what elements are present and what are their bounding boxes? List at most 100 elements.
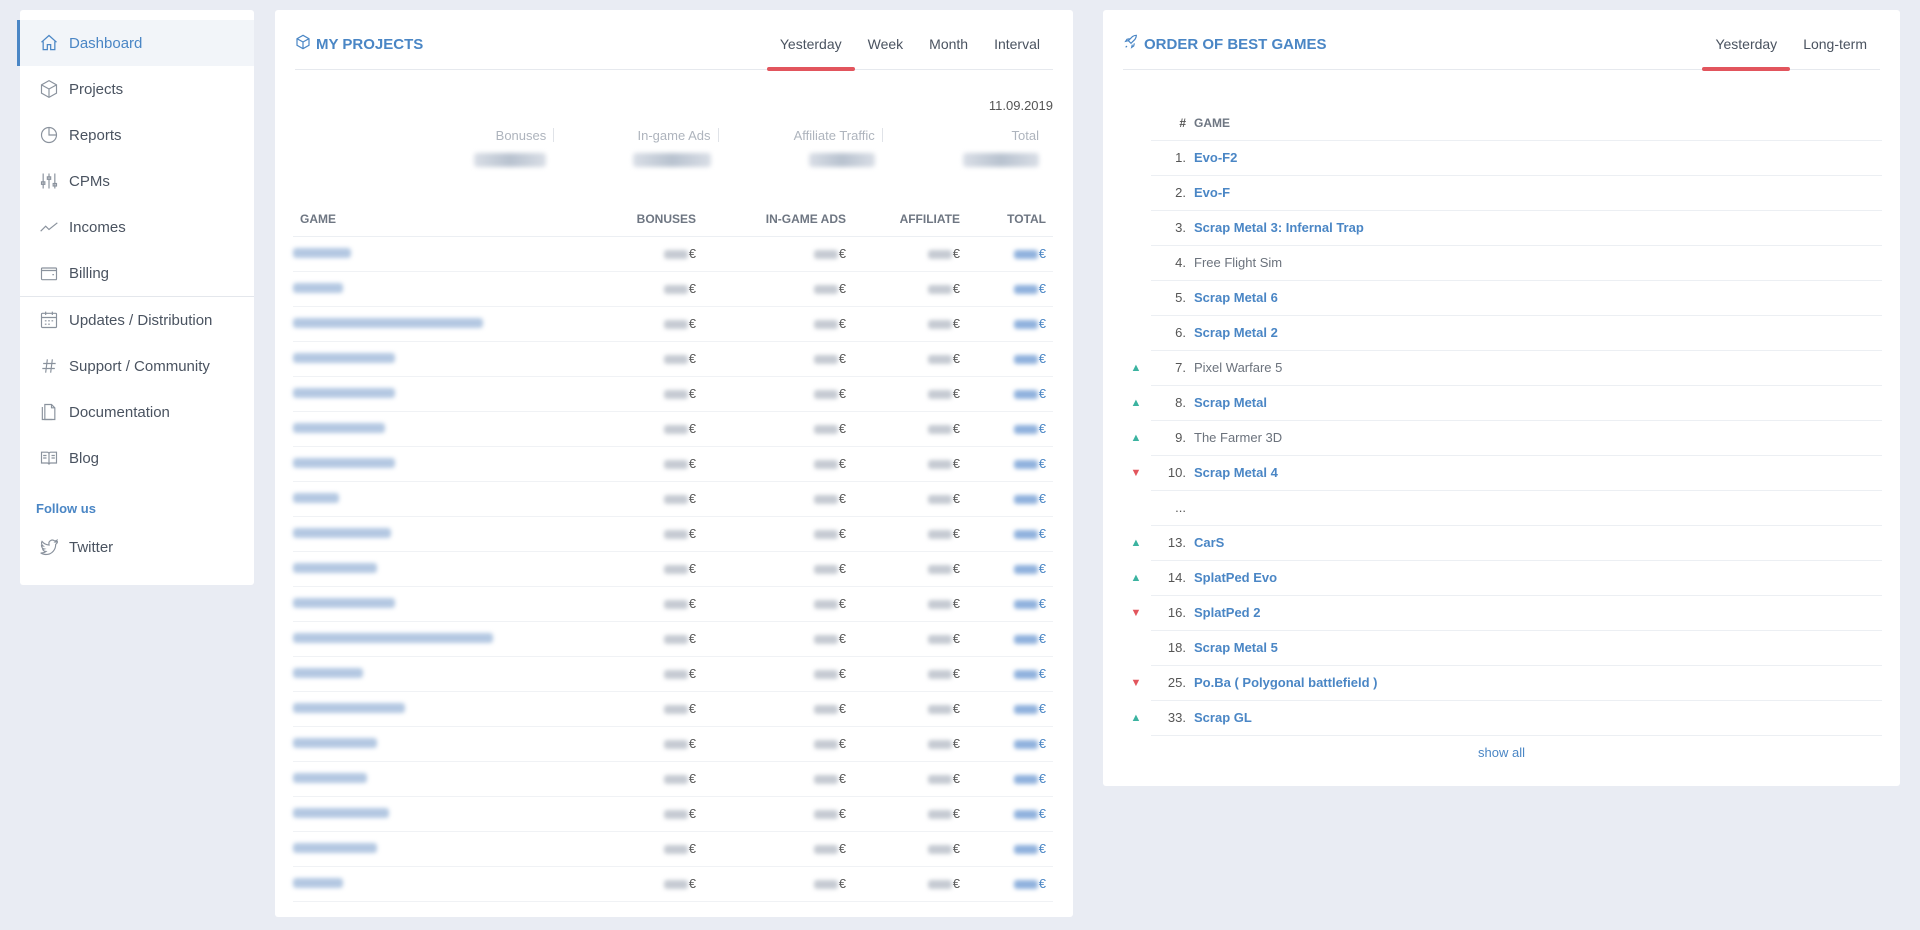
show-all-link[interactable]: show all	[1103, 745, 1900, 760]
list-item[interactable]: ▲ 8. Scrap Metal	[1121, 385, 1882, 421]
sidebar-item-twitter[interactable]: Twitter	[20, 524, 254, 570]
tab-interval[interactable]: Interval	[981, 10, 1053, 70]
table-row[interactable]: € € € €	[293, 831, 1053, 867]
game-name[interactable]: Scrap Metal 2	[1194, 325, 1278, 340]
table-row[interactable]: € € € €	[293, 656, 1053, 692]
list-item[interactable]: ▲ 33. Scrap GL	[1121, 700, 1882, 736]
game-name[interactable]: Scrap Metal 6	[1194, 290, 1278, 305]
sidebar-item-label: Twitter	[69, 538, 114, 556]
sidebar-item-updates-distribution[interactable]: Updates / Distribution	[20, 297, 254, 343]
game-name-cell[interactable]	[293, 796, 583, 832]
table-row[interactable]: € € € €	[293, 761, 1053, 797]
list-item[interactable]: 6. Scrap Metal 2	[1121, 315, 1882, 351]
trend-cell: ▼	[1121, 595, 1151, 630]
table-row[interactable]: € € € €	[293, 481, 1053, 517]
table-row[interactable]: € € € €	[293, 341, 1053, 377]
game-name-cell[interactable]	[293, 831, 583, 867]
table-row[interactable]: € € € €	[293, 376, 1053, 412]
game-name[interactable]: Scrap Metal 3: Infernal Trap	[1194, 220, 1364, 235]
game-name-cell[interactable]	[293, 306, 583, 342]
sidebar-item-support-community[interactable]: Support / Community	[20, 343, 254, 389]
table-row[interactable]: € € € €	[293, 271, 1053, 307]
table-row[interactable]: € € € €	[293, 621, 1053, 657]
game-name-cell[interactable]	[293, 761, 583, 797]
sidebar-item-incomes[interactable]: Incomes	[20, 204, 254, 250]
tab-yesterday[interactable]: Yesterday	[766, 10, 855, 71]
game-name-cell[interactable]	[293, 551, 583, 587]
sidebar-item-reports[interactable]: Reports	[20, 112, 254, 158]
game-name[interactable]: SplatPed Evo	[1194, 570, 1277, 585]
game-name[interactable]: Scrap Metal	[1194, 395, 1267, 410]
list-item[interactable]: 18. Scrap Metal 5	[1121, 630, 1882, 666]
list-item[interactable]: ▲ 13. CarS	[1121, 525, 1882, 561]
game-name[interactable]: Scrap GL	[1194, 710, 1252, 725]
table-row[interactable]: € € € €	[293, 306, 1053, 342]
game-name-cell[interactable]	[293, 341, 583, 377]
table-row[interactable]: € € € €	[293, 691, 1053, 727]
game-name-cell[interactable]: Scrap Metal 5	[1194, 630, 1882, 666]
projects-summary: Bonuses In-game Ads Affiliate Traffic Total	[390, 128, 1047, 172]
tab-yesterday[interactable]: Yesterday	[1702, 10, 1790, 71]
game-name-cell[interactable]	[293, 446, 583, 482]
game-name[interactable]: Evo-F	[1194, 185, 1230, 200]
game-name-cell[interactable]	[293, 586, 583, 622]
game-name-cell[interactable]	[293, 481, 583, 517]
sidebar-item-dashboard[interactable]: Dashboard	[17, 20, 254, 66]
table-row[interactable]: € € € €	[293, 586, 1053, 622]
sidebar-item-billing[interactable]: Billing	[20, 250, 254, 296]
table-row[interactable]: € € € €	[293, 236, 1053, 272]
game-name[interactable]: Evo-F2	[1194, 150, 1237, 165]
tab-month[interactable]: Month	[916, 10, 981, 70]
rank-cell: 16.	[1151, 595, 1194, 631]
list-item[interactable]: ▲ 14. SplatPed Evo	[1121, 560, 1882, 596]
game-name-cell[interactable]: Scrap GL	[1194, 700, 1882, 736]
sidebar-item-cpms[interactable]: CPMs	[20, 158, 254, 204]
game-name-cell[interactable]	[293, 656, 583, 692]
sidebar-item-projects[interactable]: Projects	[20, 66, 254, 112]
tab-week[interactable]: Week	[855, 10, 917, 70]
game-name-cell[interactable]: Po.Ba ( Polygonal battlefield )	[1194, 665, 1882, 701]
game-name-cell[interactable]: Scrap Metal 2	[1194, 315, 1882, 351]
list-item[interactable]: 3. Scrap Metal 3: Infernal Trap	[1121, 210, 1882, 246]
game-name-cell[interactable]	[293, 516, 583, 552]
game-name-cell[interactable]	[293, 726, 583, 762]
game-name[interactable]: Scrap Metal 4	[1194, 465, 1278, 480]
game-name-cell[interactable]	[293, 236, 583, 272]
game-name-cell[interactable]: Evo-F	[1194, 175, 1882, 211]
list-item[interactable]: 1. Evo-F2	[1121, 140, 1882, 176]
game-name-cell[interactable]: Scrap Metal	[1194, 385, 1882, 421]
game-name-cell[interactable]	[293, 621, 583, 657]
game-name[interactable]: SplatPed 2	[1194, 605, 1260, 620]
sidebar-item-documentation[interactable]: Documentation	[20, 389, 254, 435]
sidebar-item-blog[interactable]: Blog	[20, 435, 254, 481]
game-name-cell[interactable]	[293, 376, 583, 412]
table-row[interactable]: € € € €	[293, 866, 1053, 902]
list-item[interactable]: ▼ 25. Po.Ba ( Polygonal battlefield )	[1121, 665, 1882, 701]
list-item[interactable]: 5. Scrap Metal 6	[1121, 280, 1882, 316]
game-name-cell[interactable]	[293, 866, 583, 902]
table-row[interactable]: € € € €	[293, 446, 1053, 482]
game-name[interactable]: Po.Ba ( Polygonal battlefield )	[1194, 675, 1377, 690]
list-item[interactable]: ▼ 10. Scrap Metal 4	[1121, 455, 1882, 491]
game-name[interactable]: CarS	[1194, 535, 1224, 550]
game-name[interactable]: Scrap Metal 5	[1194, 640, 1278, 655]
game-name-cell[interactable]: Scrap Metal 4	[1194, 455, 1882, 491]
game-name-cell[interactable]: SplatPed Evo	[1194, 560, 1882, 596]
tab-long-term[interactable]: Long-term	[1790, 10, 1880, 70]
table-row[interactable]: € € € €	[293, 516, 1053, 552]
game-name-cell[interactable]	[293, 691, 583, 727]
game-name-cell[interactable]	[293, 411, 583, 447]
game-name-cell[interactable]: Scrap Metal 3: Infernal Trap	[1194, 210, 1882, 246]
list-item[interactable]: 2. Evo-F	[1121, 175, 1882, 211]
game-name-cell[interactable]: Evo-F2	[1194, 140, 1882, 176]
game-name-cell[interactable]: SplatPed 2	[1194, 595, 1882, 631]
game-name-cell[interactable]	[293, 271, 583, 307]
value-cell: €	[703, 761, 853, 797]
table-row[interactable]: € € € €	[293, 796, 1053, 832]
table-row[interactable]: € € € €	[293, 411, 1053, 447]
game-name-cell[interactable]: Scrap Metal 6	[1194, 280, 1882, 316]
table-row[interactable]: € € € €	[293, 551, 1053, 587]
game-name-cell[interactable]: CarS	[1194, 525, 1882, 561]
table-row[interactable]: € € € €	[293, 726, 1053, 762]
list-item[interactable]: ▼ 16. SplatPed 2	[1121, 595, 1882, 631]
